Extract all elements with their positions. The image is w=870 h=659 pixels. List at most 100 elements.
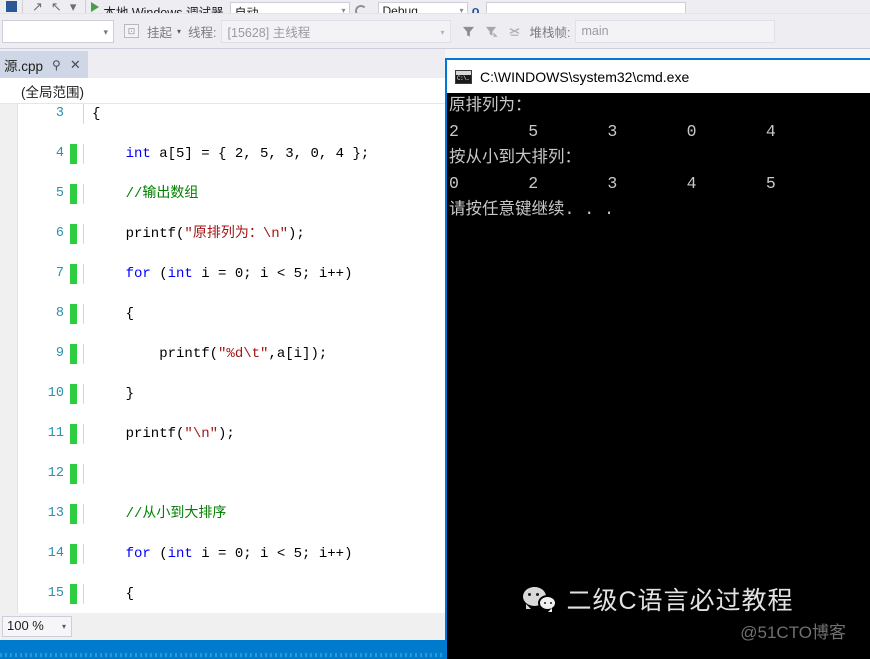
gutter-divider	[83, 224, 84, 244]
debug-location-toolbar: ▾ ⊡ 挂起 ▾ 线程: [15628] 主线程 ▾ 堆栈帧: main	[0, 14, 870, 49]
chevron-down-icon[interactable]: ▾	[177, 27, 181, 36]
zoom-level-value: 100 %	[7, 618, 44, 633]
suspend-label[interactable]: 挂起	[147, 22, 172, 41]
code-text: int a[5] = { 2, 5, 3, 0, 4 };	[92, 144, 370, 164]
thread-combo-value: [15628] 主线程	[227, 25, 311, 40]
gutter-divider	[83, 584, 84, 604]
cmd-output-line: 2 5 3 0 4	[449, 122, 776, 141]
line-number: 11	[47, 426, 64, 441]
navigation-bar: (全局范围)	[0, 78, 445, 104]
filter-to-source-icon[interactable]	[482, 22, 501, 41]
code-line[interactable]: 11 printf("\n");	[0, 424, 445, 444]
code-line[interactable]: 14 for (int i = 0; i < 5; i++)	[0, 544, 445, 564]
configuration-combo[interactable]: Debug ▾	[377, 1, 468, 14]
status-bar-progress	[0, 653, 445, 657]
no-step-into-icon[interactable]	[505, 22, 524, 41]
code-text: {	[92, 584, 134, 604]
navigate-back-icon[interactable]: ↗	[32, 0, 43, 13]
line-number: 9	[55, 346, 64, 361]
thread-label: 线程:	[188, 25, 217, 40]
tab-filename: 源.cpp	[4, 58, 44, 74]
wechat-icon	[523, 587, 558, 612]
code-text: {	[92, 104, 100, 124]
stackframe-combo-value: main	[581, 24, 609, 38]
code-token: "\n"	[184, 426, 219, 442]
code-line[interactable]: 9 printf("%d\t",a[i]);	[0, 344, 445, 364]
tab-source-cpp[interactable]: 源.cpp ⚲ ✕	[0, 51, 88, 78]
start-debug-icon[interactable]	[91, 1, 100, 12]
code-text: }	[92, 384, 134, 404]
code-text: printf("%d\t",a[i]);	[92, 344, 327, 364]
filter-icon[interactable]	[459, 22, 478, 41]
code-token: printf(	[92, 426, 185, 442]
code-line[interactable]: 12	[0, 464, 445, 484]
code-line[interactable]: 5 //输出数组	[0, 184, 445, 204]
scope-combo-value[interactable]: (全局范围)	[21, 81, 84, 101]
cmd-title-text: C:\WINDOWS\system32\cmd.exe	[480, 68, 690, 85]
gutter-divider	[83, 304, 84, 324]
watermark: 二级C语言必过教程 @51CTO博客	[447, 581, 870, 643]
change-indicator	[70, 264, 77, 284]
code-token: }	[92, 386, 135, 402]
code-line[interactable]: 4 int a[5] = { 2, 5, 3, 0, 4 };	[0, 144, 445, 164]
close-icon[interactable]: ✕	[70, 57, 81, 73]
gutter-divider	[83, 184, 84, 204]
code-line[interactable]: 3{	[0, 104, 445, 124]
gutter-divider	[83, 344, 84, 364]
navigate-forward-icon[interactable]: ↖	[51, 0, 62, 13]
change-indicator	[70, 384, 77, 404]
chevron-down-icon[interactable]: ▾	[70, 0, 77, 13]
process-combo[interactable]: ▾	[2, 19, 114, 43]
pin-icon[interactable]: ⚲	[52, 58, 61, 72]
change-indicator	[70, 464, 77, 484]
code-token: i = 0; i < 5; i++)	[192, 546, 353, 562]
code-token: //从小到大排序	[92, 506, 227, 522]
code-line[interactable]: 8 {	[0, 304, 445, 324]
gutter-divider	[83, 504, 84, 524]
gutter-divider	[83, 144, 84, 164]
code-editor[interactable]: 3{ 4 int a[5] = { 2, 5, 3, 0, 4 }; 5 //输出数…	[0, 104, 445, 614]
toolbar-separator	[22, 0, 23, 13]
line-number: 12	[47, 466, 64, 481]
refresh-icon[interactable]	[354, 4, 367, 13]
cmd-title-bar[interactable]: C:\WINDOWS\system32\cmd.exe	[447, 60, 870, 93]
code-token: for	[92, 546, 151, 562]
code-token: (	[150, 546, 168, 562]
screen: ↗ ↖ ▾ 本地 Windows 调试器 自动 ▾ Debug ▾ ρ ▾ ⊡	[0, 0, 870, 659]
change-indicator	[70, 304, 77, 324]
code-line[interactable]: 7 for (int i = 0; i < 5; i++)	[0, 264, 445, 284]
cmd-window[interactable]: C:\WINDOWS\system32\cmd.exe 原排列为： 2 5 3 0…	[445, 58, 870, 659]
code-token: a[5] = { 2, 5, 3, 0, 4 };	[150, 146, 370, 162]
line-number: 10	[47, 386, 64, 401]
code-line[interactable]: 6 printf("原排列为：\n");	[0, 224, 445, 244]
start-debug-label[interactable]: 本地 Windows 调试器	[103, 2, 223, 13]
chevron-down-icon: ▾	[459, 5, 464, 14]
suspend-icon[interactable]: ⊡	[122, 22, 141, 41]
stackframe-label: 堆栈帧:	[529, 25, 571, 40]
zoom-level-combo[interactable]: 100 % ▾	[2, 616, 72, 637]
thread-combo[interactable]: [15628] 主线程 ▾	[220, 19, 451, 43]
code-token: //输出数组	[92, 186, 199, 202]
watermark-row: 二级C语言必过教程	[523, 581, 793, 617]
line-number: 8	[55, 306, 64, 321]
platform-combo[interactable]: 自动 ▾	[229, 1, 350, 13]
attach-process-icon[interactable]: ρ	[472, 3, 480, 13]
code-line[interactable]: 10 }	[0, 384, 445, 404]
code-token: i = 0; i < 5; i++)	[192, 266, 353, 282]
code-line[interactable]: 13 //从小到大排序	[0, 504, 445, 524]
configuration-combo-value: Debug	[382, 3, 418, 14]
code-token: "原排列为：\n"	[184, 226, 289, 242]
cmd-output-line: 原排列为：	[449, 96, 532, 115]
code-text: for (int i = 0; i < 5; i++)	[92, 264, 353, 284]
code-line[interactable]: 15 {	[0, 584, 445, 604]
misc-combo[interactable]	[485, 1, 686, 13]
change-indicator	[70, 504, 77, 524]
code-text: {	[92, 304, 134, 324]
console-icon	[455, 69, 472, 84]
line-number: 7	[55, 266, 64, 281]
document-tab-strip: 源.cpp ⚲ ✕	[0, 49, 445, 78]
code-token: printf(	[92, 226, 185, 242]
cmd-output-area[interactable]: 原排列为： 2 5 3 0 4 按从小到大排列： 0 2 3 4 5 请按任意键继续. …	[447, 93, 870, 659]
stackframe-combo[interactable]: main	[574, 19, 775, 43]
code-token: {	[92, 586, 135, 602]
